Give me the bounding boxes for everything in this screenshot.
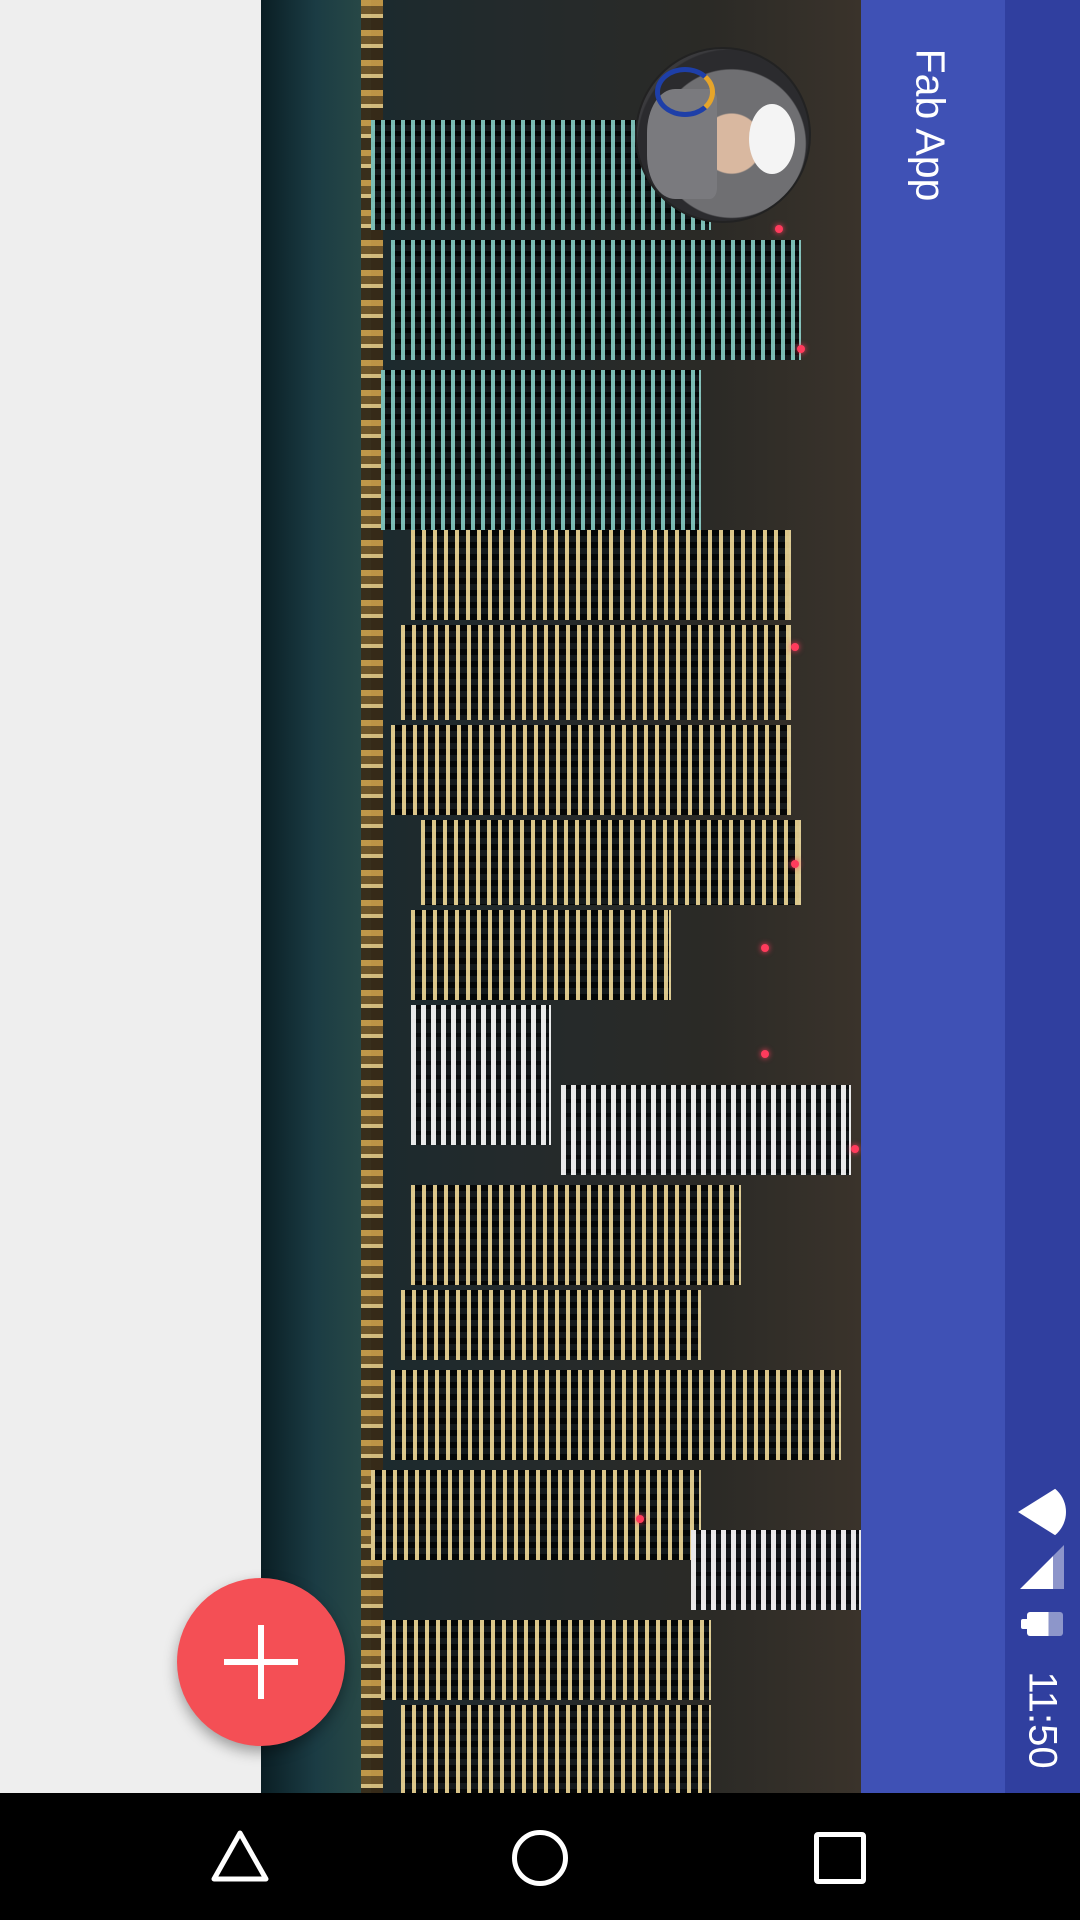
building [391, 725, 791, 815]
building [411, 910, 671, 1000]
avatar[interactable] [635, 47, 811, 223]
building [381, 1620, 711, 1700]
home-icon[interactable] [512, 1830, 568, 1886]
status-time: 11:50 [1020, 1671, 1065, 1769]
back-icon[interactable] [211, 1830, 269, 1882]
building [401, 625, 791, 720]
header-image [261, 0, 861, 1793]
red-light [791, 643, 799, 651]
main-content [0, 0, 261, 1793]
building [401, 1705, 711, 1793]
app-title: Fab App [907, 48, 954, 202]
building [401, 1290, 701, 1360]
avatar-cap [749, 104, 795, 174]
building [371, 1470, 701, 1560]
red-light [761, 944, 769, 952]
screen: Fab App 11:50 [0, 0, 1080, 1920]
plus-icon [224, 1625, 298, 1699]
building [411, 1185, 741, 1285]
app-bar [861, 0, 1005, 1793]
avatar-logo [655, 67, 715, 117]
water-area [261, 0, 371, 1793]
red-light [797, 345, 805, 353]
building [381, 370, 701, 530]
building [411, 530, 791, 620]
add-fab-button[interactable] [177, 1578, 345, 1746]
building [391, 240, 801, 360]
red-light [791, 860, 799, 868]
red-light [775, 225, 783, 233]
red-light [636, 1515, 644, 1523]
battery-charging-icon [1021, 1612, 1063, 1636]
red-light [761, 1050, 769, 1058]
red-light [851, 1145, 859, 1153]
building [421, 820, 801, 905]
building [691, 1530, 861, 1610]
building [411, 1005, 551, 1145]
building [561, 1085, 851, 1175]
building [391, 1370, 841, 1460]
recents-icon[interactable] [814, 1832, 866, 1884]
